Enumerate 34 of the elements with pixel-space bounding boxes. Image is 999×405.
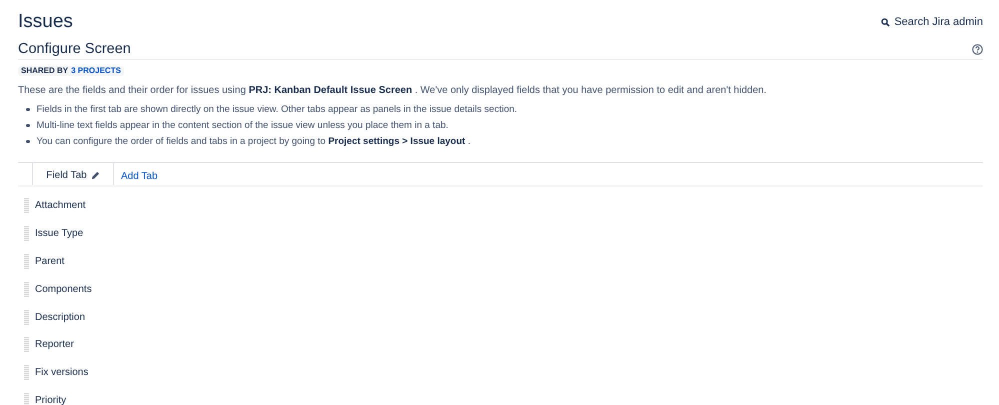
drag-handle-icon[interactable] — [24, 254, 29, 269]
field-name: Fix versions — [35, 367, 88, 378]
tab-label: Field Tab — [46, 170, 87, 180]
drag-handle-icon[interactable] — [24, 365, 29, 380]
bullet-text: Multi-line text fields appear in the content section of the issue view unless you place them in a tab. — [36, 119, 448, 132]
field-name: Priority — [35, 394, 66, 405]
page-title: Issues — [18, 10, 73, 34]
drag-handle-icon[interactable] — [24, 226, 29, 242]
field-tab[interactable]: Field Tab — [32, 163, 114, 185]
field-name: Components — [35, 284, 92, 295]
bullet-text: You can configure the order of fields and tabs in a project by going to Project settings > Issue layout . — [36, 135, 470, 148]
shared-label: SHARED BY — [21, 66, 68, 76]
field-name: Issue Type — [35, 228, 84, 240]
search-icon — [881, 18, 890, 26]
bullet-text: Fields in the first tab are shown directly on the issue view. Other tabs appear as panels in the issue details section. — [36, 103, 518, 116]
drag-handle-icon[interactable] — [24, 282, 29, 297]
bullet-icon — [26, 108, 30, 112]
bullet-icon — [26, 124, 30, 128]
field-name: Reporter — [35, 339, 74, 350]
drag-handle-icon[interactable] — [24, 310, 29, 325]
intro-text: These are the fields and their order for issues using PRJ: Kanban Default Issue Screen . We've only displayed fields that you have permission to edit and aren't hidden. — [18, 84, 768, 97]
drag-handle-icon[interactable] — [24, 198, 29, 214]
section-title: Configure Screen — [18, 41, 131, 58]
field-name: Parent — [35, 256, 64, 267]
field-name: Attachment — [35, 200, 86, 212]
pencil-icon[interactable] — [90, 170, 100, 180]
add-tab-link[interactable]: Add Tab — [121, 166, 158, 182]
field-name: Description — [35, 312, 86, 323]
drag-handle-icon[interactable] — [24, 337, 29, 352]
bullet-icon — [26, 140, 30, 144]
projects-link[interactable]: 3 PROJECTS — [71, 66, 121, 76]
search-link[interactable]: Search Jira admin — [881, 16, 983, 28]
help-icon[interactable] — [972, 44, 983, 55]
drag-handle-icon[interactable] — [24, 392, 29, 405]
